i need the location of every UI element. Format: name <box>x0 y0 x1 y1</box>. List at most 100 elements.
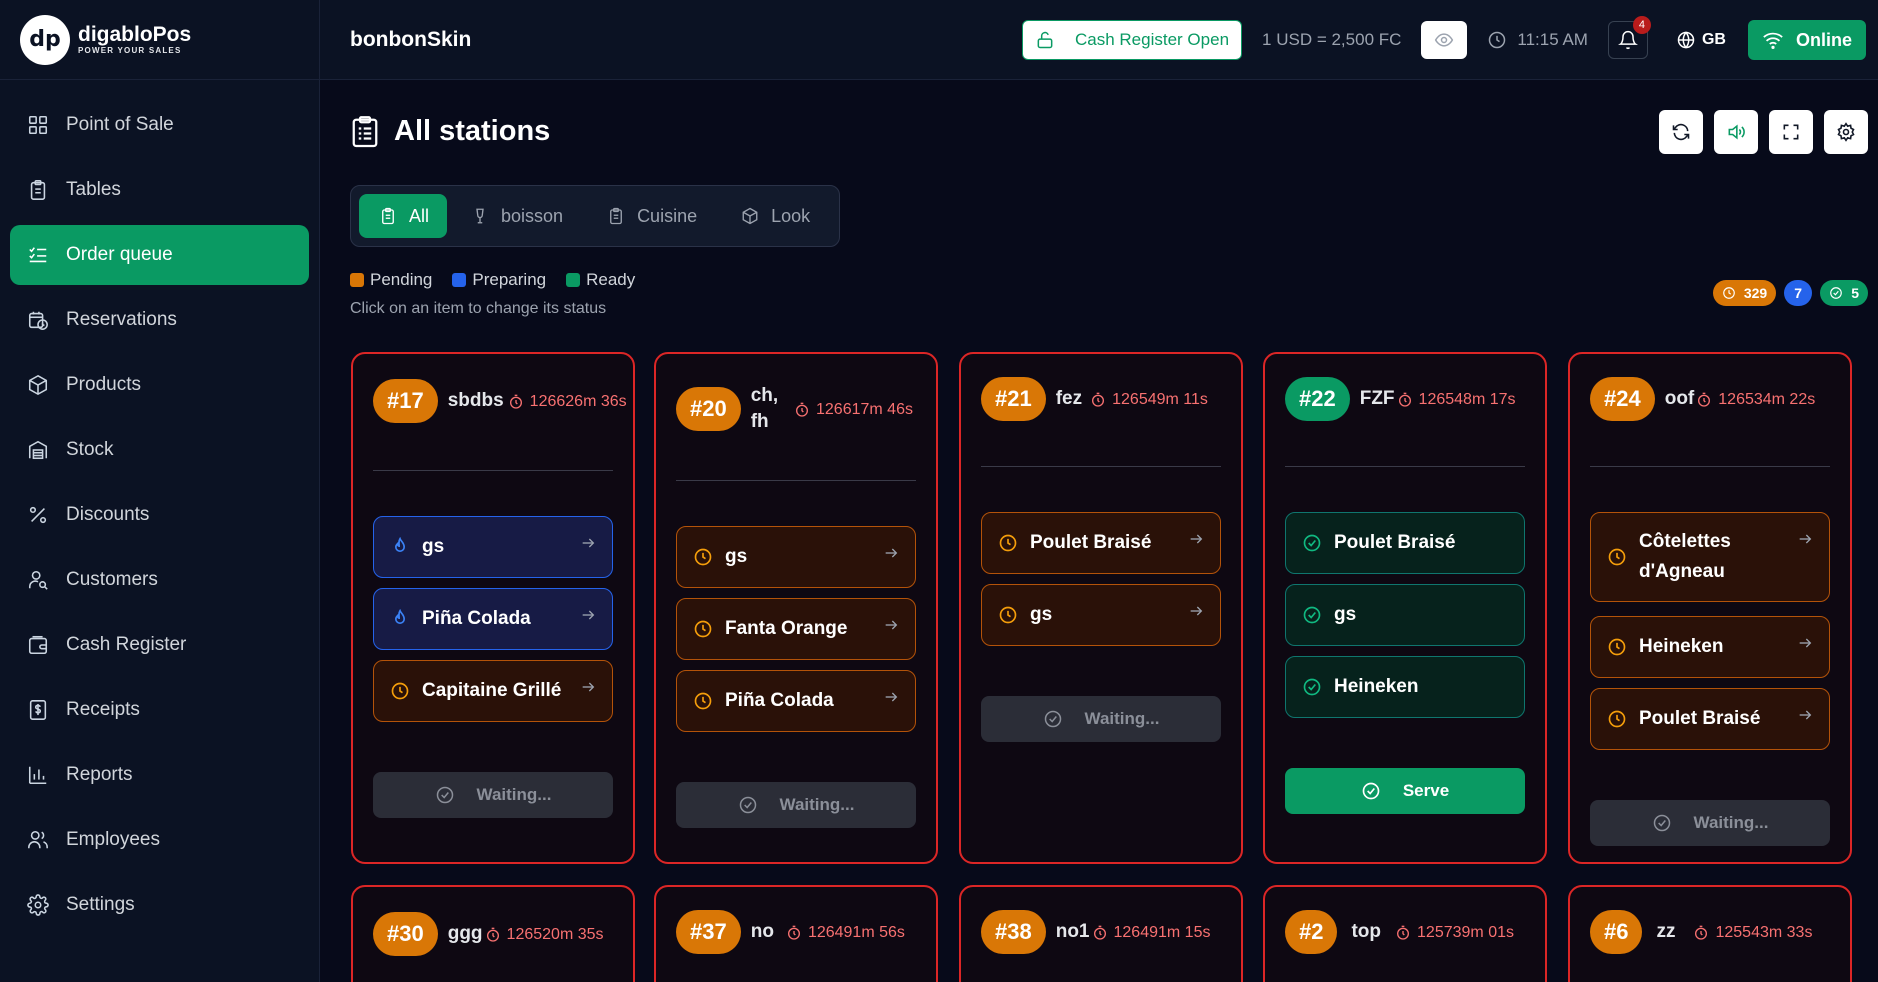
tab-look[interactable]: Look <box>721 194 830 238</box>
timer-icon <box>787 925 800 940</box>
sidebar-item-reservations[interactable]: Reservations <box>10 290 309 350</box>
legend-swatch <box>566 273 581 287</box>
sidebar-item-stock[interactable]: Stock <box>10 420 309 480</box>
order-item[interactable]: Côtelettes d'Agneau <box>1590 512 1830 602</box>
sidebar-item-discounts[interactable]: Discounts <box>10 485 309 545</box>
online-status-button[interactable]: Online <box>1747 20 1866 60</box>
tab-cuisine[interactable]: Cuisine <box>587 194 717 238</box>
table-name: no1 <box>1055 921 1090 942</box>
timer-icon <box>1398 392 1411 407</box>
order-item[interactable]: Capitaine Grillé <box>373 660 613 722</box>
order-card: #2 top 125739m 01s <box>1263 885 1547 982</box>
waiting-button[interactable]: Waiting... <box>676 782 916 828</box>
order-timer: 126548m 17s <box>1397 387 1516 412</box>
tab-label: boisson <box>501 205 564 226</box>
order-item[interactable]: Heineken <box>1285 656 1525 718</box>
order-item[interactable]: Poulet Braisé <box>1590 688 1830 750</box>
sidebar-item-point-of-sale[interactable]: Point of Sale <box>10 95 309 155</box>
arrow-right-icon <box>885 548 898 558</box>
top-bar: bonbonSkin Cash Register Open 1 USD = 2,… <box>320 0 1878 80</box>
order-item[interactable]: gs <box>981 584 1221 646</box>
order-item-name: Capitaine Grillé <box>422 680 562 701</box>
order-card: #21 fez 126549m 11s Poulet Braisé gs Wai… <box>959 352 1243 864</box>
order-timer-text: 126491m 15s <box>1113 923 1211 941</box>
settings-button[interactable] <box>1824 110 1868 154</box>
tab-boisson[interactable]: boisson <box>451 194 583 238</box>
sidebar-item-order-queue[interactable]: Order queue <box>10 225 309 285</box>
clock-icon <box>1723 287 1735 299</box>
tab-label: Look <box>771 205 811 226</box>
table-name: no <box>750 921 774 942</box>
order-item[interactable]: Heineken <box>1590 616 1830 678</box>
cash-register-button[interactable]: Cash Register Open <box>1022 20 1243 60</box>
order-number: #24 <box>1590 377 1655 421</box>
brand-logo: dp <box>20 14 70 65</box>
sidebar-item-receipts[interactable]: Receipts <box>10 680 309 740</box>
table-name: sbdbs <box>447 390 504 411</box>
sound-toggle-button[interactable] <box>1714 110 1758 154</box>
card-divider <box>1590 466 1830 467</box>
sidebar-item-settings[interactable]: Settings <box>10 875 309 935</box>
timer-icon <box>1698 392 1711 407</box>
order-item[interactable]: Piña Colada <box>373 588 613 650</box>
waiting-button[interactable]: Waiting... <box>981 696 1221 742</box>
notifications-button[interactable]: 4 <box>1607 16 1651 59</box>
waiting-label: Waiting... <box>779 795 855 814</box>
users-icon <box>26 828 50 852</box>
fullscreen-button[interactable] <box>1769 110 1813 154</box>
ready-count-badge: 5 <box>1820 280 1868 306</box>
sidebar-item-label: Settings <box>66 894 135 915</box>
order-item[interactable]: Piña Colada <box>676 670 916 732</box>
order-item-name: gs <box>725 546 748 567</box>
serve-button[interactable]: Serve <box>1285 768 1525 814</box>
legend-swatch <box>452 273 467 287</box>
sidebar-item-employees[interactable]: Employees <box>10 810 309 870</box>
order-card: #20 ch, fh 126617m 46s gs Fanta Orange P… <box>654 352 938 864</box>
order-timer: 125543m 33s <box>1693 920 1812 945</box>
wifi-icon <box>1763 32 1783 49</box>
order-number: #30 <box>373 912 438 956</box>
order-item[interactable]: gs <box>1285 584 1525 646</box>
sidebar-item-tables[interactable]: Tables <box>10 160 309 220</box>
preparing-count-badge: 7 <box>1784 280 1813 306</box>
sidebar-item-label: Employees <box>66 829 160 850</box>
sidebar-item-reports[interactable]: Reports <box>10 745 309 805</box>
warehouse-icon <box>26 438 50 462</box>
grid-icon <box>26 113 50 137</box>
sidebar-item-products[interactable]: Products <box>10 355 309 415</box>
clock-icon <box>1608 548 1626 566</box>
sidebar: dp digabloPos POWER YOUR SALES Point of … <box>0 0 320 982</box>
sidebar-item-cash-register[interactable]: Cash Register <box>10 615 309 675</box>
sidebar-item-customers[interactable]: Customers <box>10 550 309 610</box>
order-timer: 126626m 36s <box>508 389 630 414</box>
tab-all[interactable]: All <box>359 194 448 238</box>
refresh-button[interactable] <box>1659 110 1703 154</box>
order-item-name: Poulet Braisé <box>1639 708 1761 729</box>
volume-icon <box>1728 124 1745 140</box>
arrow-right-icon <box>1190 606 1203 616</box>
toggle-visibility-button[interactable] <box>1421 21 1468 59</box>
sidebar-item-label: Products <box>66 374 141 395</box>
order-item[interactable]: gs <box>373 516 613 578</box>
order-item[interactable]: Fanta Orange <box>676 598 916 660</box>
status-legend: Pending Preparing Ready <box>350 270 655 290</box>
waiting-button[interactable]: Waiting... <box>1590 800 1830 846</box>
globe-icon <box>1677 31 1695 49</box>
order-timer-text: 126534m 22s <box>1718 390 1816 408</box>
eye-icon <box>1435 33 1454 47</box>
toolbar <box>1648 110 1868 154</box>
order-item[interactable]: gs <box>676 526 916 588</box>
clipboard-icon <box>26 178 50 202</box>
waiting-button[interactable]: Waiting... <box>373 772 613 818</box>
check-circle-icon <box>1303 534 1321 552</box>
order-item-name: Heineken <box>1639 636 1724 657</box>
brand[interactable]: dp digabloPos POWER YOUR SALES <box>0 0 319 80</box>
clock-icon <box>1489 31 1506 49</box>
flame-icon <box>394 609 406 624</box>
order-card: #38 no1 126491m 15s <box>959 885 1243 982</box>
order-item[interactable]: Poulet Braisé <box>1285 512 1525 574</box>
sidebar-item-label: Receipts <box>66 699 140 720</box>
language-selector[interactable]: GB <box>1676 30 1726 50</box>
order-item[interactable]: Poulet Braisé <box>981 512 1221 574</box>
sidebar-item-label: Discounts <box>66 504 150 525</box>
